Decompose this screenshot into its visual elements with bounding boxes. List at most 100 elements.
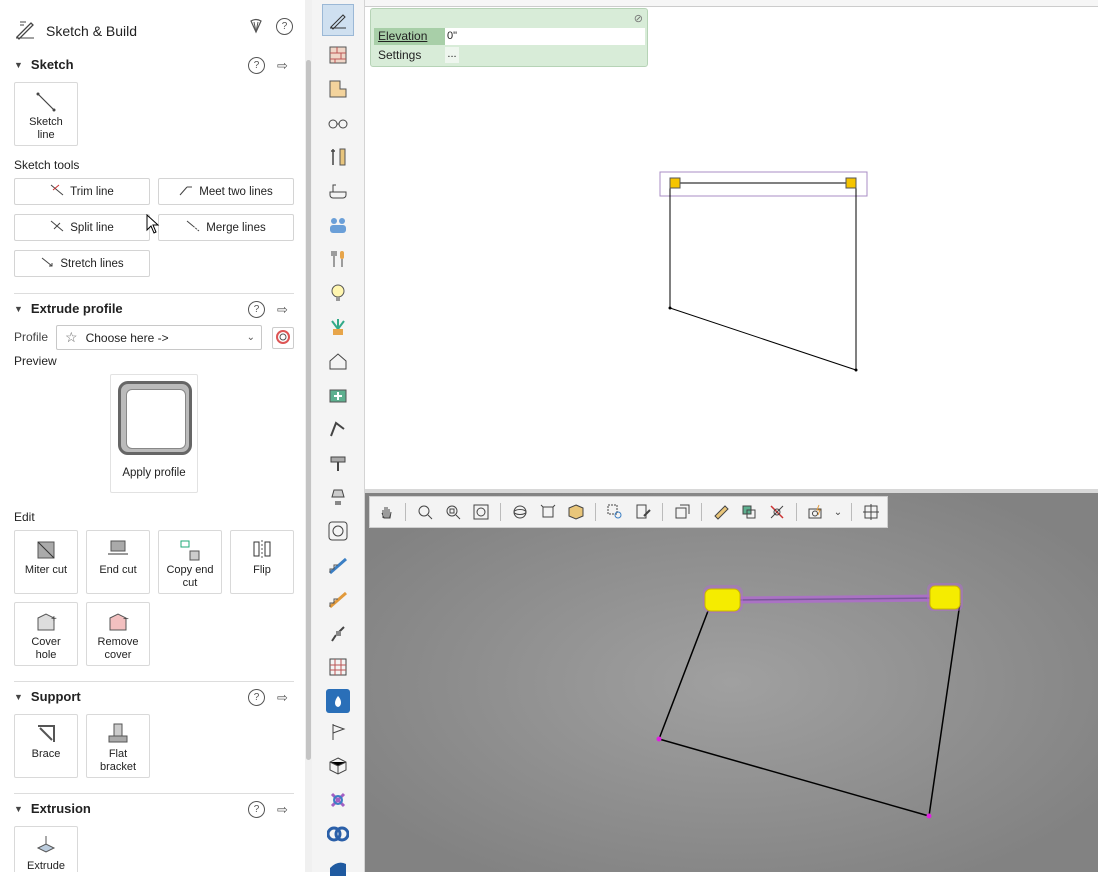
zoom-extents-icon[interactable] [469, 500, 493, 524]
button-label: Apply profile [122, 467, 186, 479]
copy-end-cut-button[interactable]: Copy end cut [158, 530, 222, 594]
orbit-icon[interactable] [508, 500, 532, 524]
flip-icon [250, 536, 274, 564]
remove-cover-button[interactable]: − Remove cover [86, 602, 150, 666]
extrude-button[interactable]: Extrude [14, 826, 78, 872]
scrollbar-thumb[interactable] [306, 60, 311, 760]
people-icon[interactable] [323, 210, 353, 240]
panel-title: Sketch & Build [46, 22, 138, 39]
section-extrude-header[interactable]: ▼ Extrude profile [14, 301, 123, 316]
select-zoom-icon[interactable] [603, 500, 627, 524]
kitchen-utensils-icon[interactable] [323, 244, 353, 274]
button-label: Stretch lines [60, 257, 124, 270]
document-edit-icon[interactable] [631, 500, 655, 524]
view-box-icon[interactable] [536, 500, 560, 524]
partial-icon[interactable] [323, 853, 353, 883]
lifebuoy-icon [276, 329, 290, 347]
sketch-line-button[interactable]: Sketch line [14, 82, 78, 146]
view-cube-icon[interactable] [564, 500, 588, 524]
stairs-orange-icon[interactable] [323, 584, 353, 614]
divider [14, 293, 294, 294]
exit-icon[interactable]: ⇨ [277, 58, 288, 74]
profile-library-button[interactable] [272, 327, 294, 349]
sketch-lines [669, 183, 857, 371]
flag-icon[interactable] [323, 717, 353, 747]
lamp-icon[interactable] [323, 482, 353, 512]
focus-target-icon[interactable] [859, 500, 883, 524]
panel-scrollbar[interactable] [305, 0, 312, 872]
meet-icon [179, 184, 193, 199]
section-sketch-header[interactable]: ▼ Sketch [14, 57, 74, 72]
signpost-icon[interactable] [323, 448, 353, 478]
end-cut-icon [106, 536, 130, 564]
measure-ruler-icon[interactable] [709, 500, 733, 524]
tools-wrench-icon[interactable] [323, 142, 353, 172]
stairs-blue-icon[interactable] [323, 550, 353, 580]
help-icon[interactable]: ? [248, 301, 265, 318]
cover-hole-button[interactable]: + Cover hole [14, 602, 78, 666]
exit-icon[interactable]: ⇨ [277, 802, 288, 818]
fan-icon[interactable] [323, 516, 353, 546]
fireplace-icon[interactable] [326, 689, 350, 713]
end-cut-button[interactable]: End cut [86, 530, 150, 594]
section-extrusion-header[interactable]: ▼ Extrusion [14, 801, 91, 816]
flat-bracket-icon [106, 720, 130, 748]
pipe-end-cylinder [929, 585, 961, 610]
shelving-icon[interactable] [323, 652, 353, 682]
wall-brick-icon[interactable] [323, 40, 353, 70]
trim-line-button[interactable]: Trim line [14, 178, 150, 205]
brace-button[interactable]: Brace [14, 714, 78, 778]
help-icon[interactable]: ? [276, 18, 293, 35]
perspective-icon[interactable] [670, 500, 694, 524]
svg-text:−: − [123, 614, 129, 625]
3d-view[interactable]: ⌄ [365, 493, 1098, 872]
profile-select[interactable]: ☆ Choose here -> ⌄ [56, 325, 262, 350]
meet-two-lines-button[interactable]: Meet two lines [158, 178, 294, 205]
section-support-header[interactable]: ▼ Support [14, 689, 81, 704]
stretch-lines-button[interactable]: Stretch lines [14, 250, 150, 277]
floor-plan-icon[interactable] [323, 74, 353, 104]
cross-target-icon[interactable] [765, 500, 789, 524]
camera-icon[interactable] [804, 500, 828, 524]
miter-cut-button[interactable]: Miter cut [14, 530, 78, 594]
sketch-build-tab-icon[interactable] [322, 4, 354, 36]
chevron-down-icon[interactable]: ⌄ [832, 500, 844, 524]
palette-icon[interactable] [248, 18, 264, 37]
zoom-icon[interactable] [413, 500, 437, 524]
rings-icon[interactable] [323, 819, 353, 849]
flip-button[interactable]: Flip [230, 530, 294, 594]
help-icon[interactable]: ? [248, 57, 265, 74]
exit-icon[interactable]: ⇨ [277, 690, 288, 706]
network-icon[interactable] [323, 785, 353, 815]
section-title: Extrusion [30, 801, 91, 816]
sketch-line-icon [33, 88, 59, 116]
bathtub-icon[interactable] [323, 176, 353, 206]
glasses-icon[interactable] [323, 108, 353, 138]
exit-icon[interactable]: ⇨ [277, 302, 288, 318]
button-label: Flip [253, 564, 271, 576]
plan-drawing[interactable] [365, 0, 1098, 489]
electric-plug-icon[interactable] [323, 618, 353, 648]
chevron-down-icon: ⌄ [246, 332, 255, 343]
divider [14, 681, 294, 682]
help-icon[interactable]: ? [248, 801, 265, 818]
trim-icon [50, 184, 64, 199]
extrude-icon [34, 832, 58, 860]
split-line-button[interactable]: Split line [14, 214, 150, 241]
medical-kit-icon[interactable] [323, 380, 353, 410]
pan-hand-icon[interactable] [374, 500, 398, 524]
merge-lines-button[interactable]: Merge lines [158, 214, 294, 241]
cube-mesh-icon[interactable] [323, 751, 353, 781]
light-bulb-icon[interactable] [323, 278, 353, 308]
apply-profile-button[interactable]: Apply profile [110, 374, 198, 493]
help-icon[interactable]: ? [248, 689, 265, 706]
button-label: Brace [31, 748, 61, 760]
zoom-window-icon[interactable] [441, 500, 465, 524]
plant-icon[interactable] [323, 312, 353, 342]
plan-view[interactable]: ⊘ Elevation 0" Settings ... [365, 0, 1098, 489]
house-icon[interactable] [323, 346, 353, 376]
pipe-route-icon[interactable] [323, 414, 353, 444]
pipe-end-cylinder [704, 588, 741, 612]
flat-bracket-button[interactable]: Flat bracket [86, 714, 150, 778]
section-box-icon[interactable] [737, 500, 761, 524]
